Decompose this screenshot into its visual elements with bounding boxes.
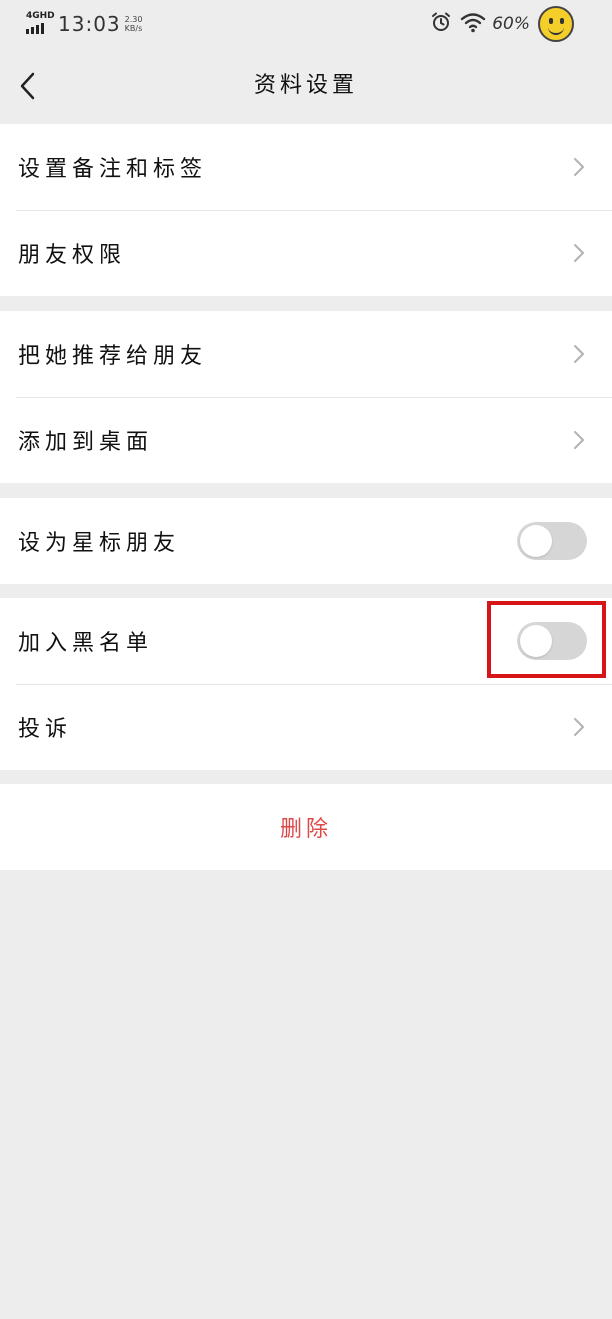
- row-star-friend: 设为星标朋友: [0, 498, 612, 584]
- row-label: 设为星标朋友: [18, 531, 181, 556]
- wifi-icon: [460, 11, 486, 37]
- row-add-to-desktop[interactable]: 添加到桌面: [0, 397, 612, 483]
- signal-icon: 4GHD: [24, 11, 55, 36]
- settings-group-remarks: 设置备注和标签 朋友权限: [0, 124, 612, 296]
- page-title: 资料设置: [253, 73, 358, 98]
- blacklist-toggle[interactable]: [517, 622, 587, 660]
- back-button[interactable]: [8, 64, 48, 108]
- delete-label: 删除: [279, 817, 332, 842]
- smiley-icon: [538, 6, 574, 42]
- settings-group-share: 把她推荐给朋友 添加到桌面: [0, 311, 612, 483]
- network-type: 4GHD: [26, 11, 55, 21]
- status-bar: 4GHD 13:03 2.30 KB/s 60%: [0, 0, 612, 48]
- row-label: 添加到桌面: [18, 430, 154, 455]
- status-right: 60%: [430, 6, 574, 42]
- chevron-right-icon: [574, 244, 584, 262]
- row-recommend-to-friend[interactable]: 把她推荐给朋友: [0, 311, 612, 397]
- row-label: 加入黑名单: [18, 631, 154, 656]
- row-label: 投诉: [18, 717, 73, 742]
- network-speed-value: 2.30: [124, 15, 143, 24]
- nav-bar: 资料设置: [0, 48, 612, 124]
- row-report[interactable]: 投诉: [0, 684, 612, 770]
- row-friend-permissions[interactable]: 朋友权限: [0, 210, 612, 296]
- chevron-right-icon: [574, 345, 584, 363]
- status-left: 4GHD 13:03 2.30 KB/s: [24, 10, 142, 38]
- alarm-icon: [430, 11, 452, 37]
- row-add-to-blacklist: 加入黑名单: [0, 598, 612, 684]
- chevron-right-icon: [574, 431, 584, 449]
- chevron-left-icon: [20, 72, 35, 100]
- row-label: 设置备注和标签: [18, 157, 208, 182]
- delete-group: 删除: [0, 784, 612, 870]
- row-label: 把她推荐给朋友: [18, 344, 208, 369]
- star-friend-toggle[interactable]: [517, 522, 587, 560]
- row-set-remarks-tags[interactable]: 设置备注和标签: [0, 124, 612, 210]
- chevron-right-icon: [574, 158, 584, 176]
- toggle-knob: [520, 625, 552, 657]
- settings-group-block: 加入黑名单 投诉: [0, 598, 612, 770]
- row-label: 朋友权限: [18, 243, 127, 268]
- delete-button[interactable]: 删除: [0, 784, 612, 870]
- battery-level: 60%: [492, 14, 530, 34]
- toggle-knob: [520, 525, 552, 557]
- network-speed: 2.30 KB/s: [125, 15, 143, 33]
- network-speed-unit: KB/s: [124, 24, 143, 33]
- settings-group-star: 设为星标朋友: [0, 498, 612, 584]
- chevron-right-icon: [574, 718, 584, 736]
- status-time: 13:03: [58, 12, 121, 36]
